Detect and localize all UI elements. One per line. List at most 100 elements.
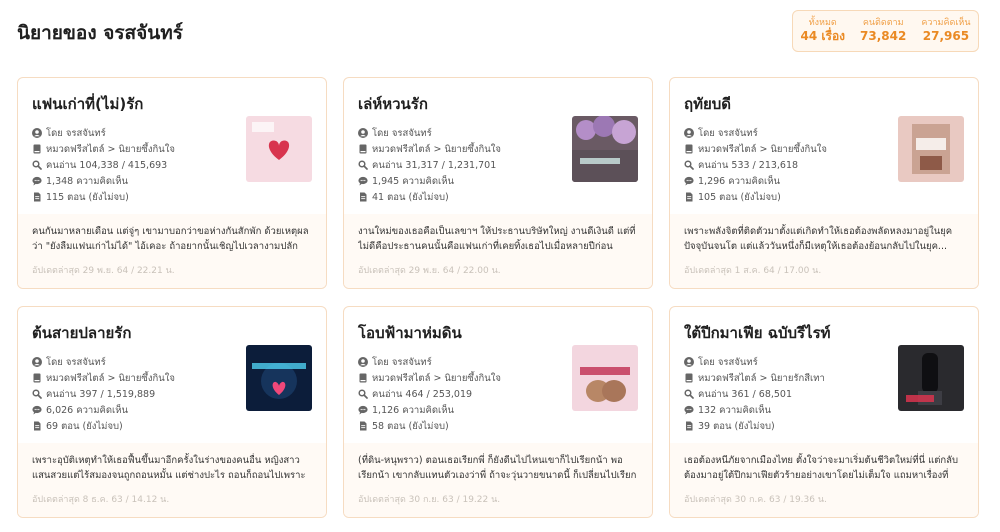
search-icon (358, 160, 368, 170)
novel-card-4[interactable]: ต้นสายปลายรัก โดย จรสจันทร์ หมวดฟรีสไตล์… (17, 306, 327, 518)
novel-author[interactable]: โดย จรสจันทร์ (698, 355, 758, 370)
user-icon (32, 128, 42, 138)
novel-updated: อัปเดตล่าสุด 30 ก.ค. 63 / 19.36 น. (684, 495, 827, 505)
stat-total: ทั้งหมด 44 เรื่อง (801, 18, 846, 43)
novel-card-6[interactable]: ใต้ปีกมาเฟีย ฉบับรีไรท์ โดย จรสจันทร์ หม… (669, 306, 979, 518)
novel-card-footer: เพราะพลังจิตที่ติดตัวมาตั้งแต่เกิดทำให้เ… (670, 214, 978, 288)
novel-card-header: ต้นสายปลายรัก โดย จรสจันทร์ หมวดฟรีสไตล์… (18, 307, 326, 443)
novel-card-5[interactable]: โอบฟ้ามาห่มดิน โดย จรสจันทร์ หมวดฟรีสไตล… (343, 306, 653, 518)
novel-chapters-row: 105 ตอน (ยังไม่จบ) (684, 189, 964, 205)
novel-category[interactable]: หมวดฟรีสไตล์ > นิยายซึ้งกินใจ (372, 371, 501, 386)
novel-chapters-row: 115 ตอน (ยังไม่จบ) (32, 189, 312, 205)
book-icon (684, 144, 694, 154)
novel-title[interactable]: ฤทัยบดี (684, 92, 964, 116)
novel-card-1[interactable]: แฟนเก่าที่(ไม่)รัก โดย จรสจันทร์ หมวดฟรี… (17, 77, 327, 289)
novel-chapters: 69 ตอน (ยังไม่จบ) (46, 420, 123, 432)
novel-cover-art (572, 345, 638, 411)
book-icon (32, 144, 42, 154)
novel-cover-art (246, 345, 312, 411)
novel-updated: อัปเดตล่าสุด 8 ธ.ค. 63 / 14.12 น. (32, 495, 170, 505)
novel-card-header: แฟนเก่าที่(ไม่)รัก โดย จรสจันทร์ หมวดฟรี… (18, 78, 326, 214)
novel-card-3[interactable]: ฤทัยบดี โดย จรสจันทร์ หมวดฟรีสไตล์ > นิย… (669, 77, 979, 289)
novel-category[interactable]: หมวดฟรีสไตล์ > นิยายซึ้งกินใจ (698, 142, 827, 157)
novel-category[interactable]: หมวดฟรีสไตล์ > นิยายซึ้งกินใจ (46, 142, 175, 157)
stat-comments: ความคิดเห็น 27,965 (921, 18, 970, 43)
novel-cover-image[interactable] (898, 116, 964, 182)
page-title: นิยายของ จรสจันทร์ (17, 22, 183, 44)
novel-reads: คนอ่าน 397 / 1,519,889 (46, 388, 156, 400)
comment-icon (684, 405, 694, 415)
book-icon (32, 373, 42, 383)
stat-total-label: ทั้งหมด (808, 18, 837, 29)
file-icon (358, 192, 368, 202)
novel-category[interactable]: หมวดฟรีสไตล์ > นิยายซึ้งกินใจ (46, 371, 175, 386)
comment-icon (32, 176, 42, 186)
novel-comments: 1,945 ความคิดเห็น (372, 175, 455, 187)
novel-title[interactable]: ต้นสายปลายรัก (32, 321, 312, 345)
novel-author[interactable]: โดย จรสจันทร์ (372, 355, 432, 370)
novel-title[interactable]: แฟนเก่าที่(ไม่)รัก (32, 92, 312, 116)
novel-category[interactable]: หมวดฟรีสไตล์ > นิยายซึ้งกินใจ (372, 142, 501, 157)
novel-reads: คนอ่าน 533 / 213,618 (698, 159, 799, 171)
novel-comments: 6,026 ความคิดเห็น (46, 404, 129, 416)
novel-chapters-row: 69 ตอน (ยังไม่จบ) (32, 418, 312, 434)
novel-author[interactable]: โดย จรสจันทร์ (46, 355, 106, 370)
novel-card-footer: เธอต้องหนีภัยจากเมืองไทย ตั้งใจว่าจะมาเร… (670, 443, 978, 517)
novel-synopsis: เพราะพลังจิตที่ติดตัวมาตั้งแต่เกิดทำให้เ… (684, 226, 953, 252)
stat-followers: คนติดตาม 73,842 (860, 18, 906, 43)
novel-author[interactable]: โดย จรสจันทร์ (46, 126, 106, 141)
stat-followers-value: 73,842 (860, 29, 907, 44)
novel-chapters: 115 ตอน (ยังไม่จบ) (46, 191, 129, 203)
novel-cover-image[interactable] (572, 345, 638, 411)
novel-title[interactable]: ใต้ปีกมาเฟีย ฉบับรีไรท์ (684, 321, 964, 345)
novel-comments: 1,348 ความคิดเห็น (46, 175, 129, 187)
file-icon (32, 192, 42, 202)
novel-updated: อัปเดตล่าสุด 30 ก.ย. 63 / 19.22 น. (358, 495, 501, 505)
novel-reads: คนอ่าน 464 / 253,019 (372, 388, 473, 400)
novel-updated: อัปเดตล่าสุด 1 ส.ค. 64 / 17.00 น. (684, 266, 822, 276)
search-icon (358, 389, 368, 399)
user-icon (358, 128, 368, 138)
novel-title[interactable]: เล่ห์หวนรัก (358, 92, 638, 116)
novel-author[interactable]: โดย จรสจันทร์ (698, 126, 758, 141)
novel-cover-image[interactable] (246, 116, 312, 182)
novel-reads: คนอ่าน 361 / 68,501 (698, 388, 793, 400)
search-icon (684, 160, 694, 170)
novel-updated: อัปเดตล่าสุด 29 พ.ย. 64 / 22.00 น. (358, 266, 501, 276)
novel-chapters: 41 ตอน (ยังไม่จบ) (372, 191, 449, 203)
user-icon (358, 357, 368, 367)
novel-cover-image[interactable] (898, 345, 964, 411)
stat-total-value: 44 เรื่อง (800, 29, 846, 44)
novel-chapters-row: 41 ตอน (ยังไม่จบ) (358, 189, 638, 205)
novel-synopsis: เพราะอุบัติเหตุทำให้เธอฟื้นขึ้นมาอีกครั้… (32, 455, 306, 481)
novel-cover-image[interactable] (246, 345, 312, 411)
search-icon (684, 389, 694, 399)
novel-chapters-row: 58 ตอน (ยังไม่จบ) (358, 418, 638, 434)
novel-synopsis: (ที่ดิน-หนุพราว) ตอนเธอเรียกพี่ ก็ยังดีน… (358, 455, 637, 481)
novel-card-header: ฤทัยบดี โดย จรสจันทร์ หมวดฟรีสไตล์ > นิย… (670, 78, 978, 214)
novel-card-2[interactable]: เล่ห์หวนรัก โดย จรสจันทร์ หมวดฟรีสไตล์ >… (343, 77, 653, 289)
novel-synopsis: งานใหม่ของเธอคือเป็นเลขาฯ ให้ประธานบริษั… (358, 226, 636, 252)
novel-card-footer: งานใหม่ของเธอคือเป็นเลขาฯ ให้ประธานบริษั… (344, 214, 652, 288)
search-icon (32, 389, 42, 399)
novel-author[interactable]: โดย จรสจันทร์ (372, 126, 432, 141)
novel-title[interactable]: โอบฟ้ามาห่มดิน (358, 321, 638, 345)
user-icon (684, 357, 694, 367)
novel-chapters: 39 ตอน (ยังไม่จบ) (698, 420, 775, 432)
novel-cover-art (898, 345, 964, 411)
novel-card-footer: (ที่ดิน-หนุพราว) ตอนเธอเรียกพี่ ก็ยังดีน… (344, 443, 652, 517)
novel-card-footer: เพราะอุบัติเหตุทำให้เธอฟื้นขึ้นมาอีกครั้… (18, 443, 326, 517)
novel-cover-art (246, 116, 312, 182)
page-header: นิยายของ จรสจันทร์ ทั้งหมด 44 เรื่อง คนต… (17, 10, 983, 52)
stat-comments-label: ความคิดเห็น (921, 18, 971, 29)
novel-reads: คนอ่าน 31,317 / 1,231,701 (372, 159, 497, 171)
comment-icon (32, 405, 42, 415)
novel-cover-image[interactable] (572, 116, 638, 182)
novel-category[interactable]: หมวดฟรีสไตล์ > นิยายรักสีเทา (698, 371, 825, 386)
comment-icon (358, 176, 368, 186)
novel-comments: 1,296 ความคิดเห็น (698, 175, 781, 187)
user-icon (32, 357, 42, 367)
stat-followers-label: คนติดตาม (862, 18, 904, 29)
stat-comments-value: 27,965 (922, 29, 970, 44)
novel-chapters-row: 39 ตอน (ยังไม่จบ) (684, 418, 964, 434)
